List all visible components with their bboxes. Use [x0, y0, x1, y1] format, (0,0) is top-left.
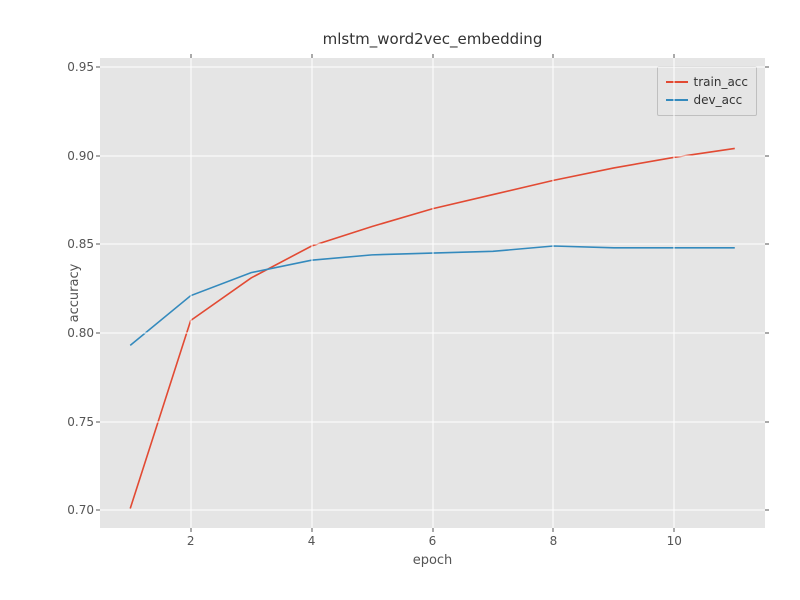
x-axis-label: epoch	[100, 553, 765, 568]
gridline-horizontal	[100, 421, 765, 422]
y-tick-right	[765, 421, 769, 422]
chart-axes: mlstm_word2vec_embedding epoch accuracy …	[100, 58, 765, 528]
x-tick	[190, 528, 191, 532]
y-tick-label: 0.70	[67, 503, 100, 517]
gridline-vertical	[190, 58, 191, 528]
y-tick-right	[765, 332, 769, 333]
y-tick-label: 0.85	[67, 237, 100, 251]
gridline-vertical	[311, 58, 312, 528]
x-tick	[311, 528, 312, 532]
x-tick	[553, 528, 554, 532]
y-tick-right	[765, 244, 769, 245]
gridline-horizontal	[100, 244, 765, 245]
x-tick-top	[311, 54, 312, 58]
y-tick-label: 0.90	[67, 149, 100, 163]
y-tick-right	[765, 155, 769, 156]
y-tick-right	[765, 66, 769, 67]
x-tick-label: 2	[187, 534, 195, 548]
x-tick-top	[432, 54, 433, 58]
x-tick	[432, 528, 433, 532]
legend-item: train_acc	[666, 73, 748, 91]
legend: train_acc dev_acc	[657, 66, 757, 116]
x-tick-label: 10	[667, 534, 682, 548]
x-tick	[674, 528, 675, 532]
x-tick-top	[190, 54, 191, 58]
y-tick-right	[765, 510, 769, 511]
legend-label: dev_acc	[694, 93, 743, 107]
gridline-vertical	[432, 58, 433, 528]
gridline-horizontal	[100, 510, 765, 511]
gridline-horizontal	[100, 155, 765, 156]
chart-title: mlstm_word2vec_embedding	[100, 30, 765, 48]
x-tick-label: 6	[429, 534, 437, 548]
x-tick-top	[674, 54, 675, 58]
legend-item: dev_acc	[666, 91, 748, 109]
x-tick-label: 4	[308, 534, 316, 548]
gridline-horizontal	[100, 66, 765, 67]
legend-label: train_acc	[694, 75, 748, 89]
y-tick-label: 0.80	[67, 326, 100, 340]
gridline-vertical	[674, 58, 675, 528]
y-tick-label: 0.75	[67, 415, 100, 429]
x-tick-top	[553, 54, 554, 58]
gridline-vertical	[553, 58, 554, 528]
figure: mlstm_word2vec_embedding epoch accuracy …	[0, 0, 800, 600]
y-tick-label: 0.95	[67, 60, 100, 74]
legend-swatch	[666, 99, 688, 101]
legend-swatch	[666, 81, 688, 83]
y-axis-label: accuracy	[67, 264, 82, 323]
x-tick-label: 8	[550, 534, 558, 548]
gridline-horizontal	[100, 332, 765, 333]
